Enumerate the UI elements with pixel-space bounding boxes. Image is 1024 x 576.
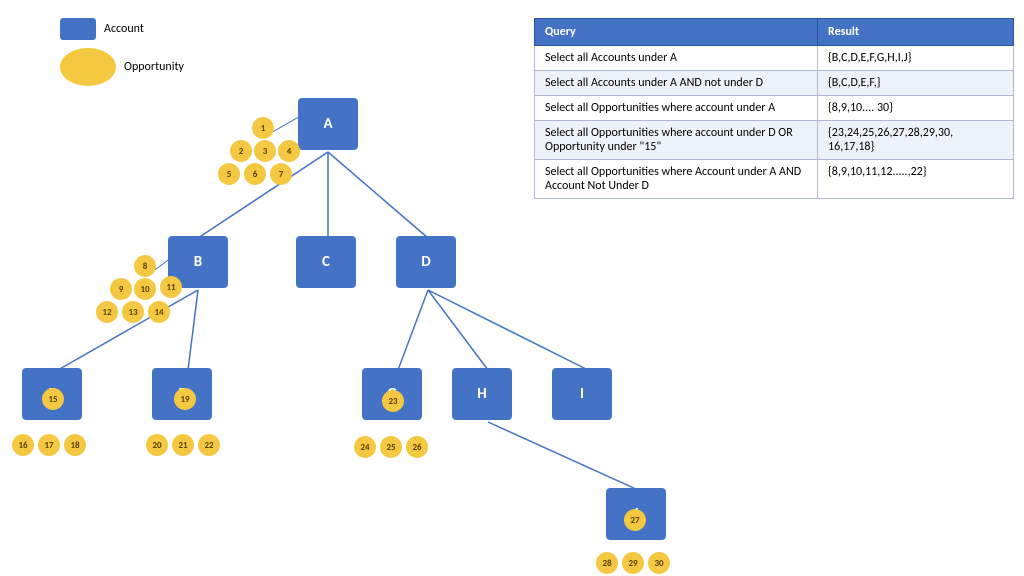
opp-24: 24 [354,436,376,458]
result-cell: {B,C,D,E,F,G,H,I,J} [818,46,1014,71]
account-legend-label: Account [104,22,144,36]
opportunity-legend-circle [60,48,116,86]
opportunity-legend-label: Opportunity [124,60,184,74]
opp-8: 8 [134,255,156,277]
opp-7: 7 [270,163,292,185]
opp-12: 12 [96,301,118,323]
opp-18: 18 [64,434,86,456]
query-table: Query Result Select all Accounts under A… [534,18,1014,199]
opp-27: 27 [624,509,646,531]
query-cell: Select all Opportunities where Account u… [535,160,818,199]
node-C: C [296,236,356,288]
opp-21: 21 [172,434,194,456]
legend-opportunity: Opportunity [60,48,184,86]
opp-28: 28 [596,552,618,574]
opp-29: 29 [622,552,644,574]
opp-6: 6 [244,163,266,185]
opp-11: 11 [160,276,182,298]
opp-2: 2 [230,140,252,162]
query-cell: Select all Accounts under A [535,46,818,71]
opp-15: 15 [42,388,64,410]
opp-26: 26 [406,436,428,458]
opp-22: 22 [198,434,220,456]
node-D: D [396,236,456,288]
opp-13: 13 [122,301,144,323]
opp-30: 30 [648,552,670,574]
legend-account: Account [60,18,184,40]
legend: Account Opportunity [60,18,184,86]
result-cell: {8,9,10.... 30} [818,96,1014,121]
query-cell: Select all Accounts under A AND not unde… [535,71,818,96]
col-query: Query [535,19,818,46]
opp-10: 10 [134,278,156,300]
result-cell: {23,24,25,26,27,28,29,30, 16,17,18} [818,121,1014,160]
opp-16: 16 [12,434,34,456]
node-H: H [452,368,512,420]
opp-23: 23 [382,390,404,412]
opp-4: 4 [278,140,300,162]
account-legend-box [60,18,96,40]
opp-20: 20 [146,434,168,456]
node-A: A [298,98,358,150]
result-cell: {8,9,10,11,12.....,22} [818,160,1014,199]
node-I: I [552,368,612,420]
query-cell: Select all Opportunities where account u… [535,121,818,160]
opp-19: 19 [174,388,196,410]
col-result: Result [818,19,1014,46]
diagram-area: Account Opportunity A B C D E F G H I J … [0,0,1024,576]
opp-25: 25 [380,436,402,458]
result-cell: {B,C,D,E,F,} [818,71,1014,96]
opp-3: 3 [254,140,276,162]
opp-17: 17 [38,434,60,456]
opp-9: 9 [110,278,132,300]
query-cell: Select all Opportunities where account u… [535,96,818,121]
opp-5: 5 [218,163,240,185]
opp-14: 14 [148,301,170,323]
opp-1: 1 [252,117,274,139]
